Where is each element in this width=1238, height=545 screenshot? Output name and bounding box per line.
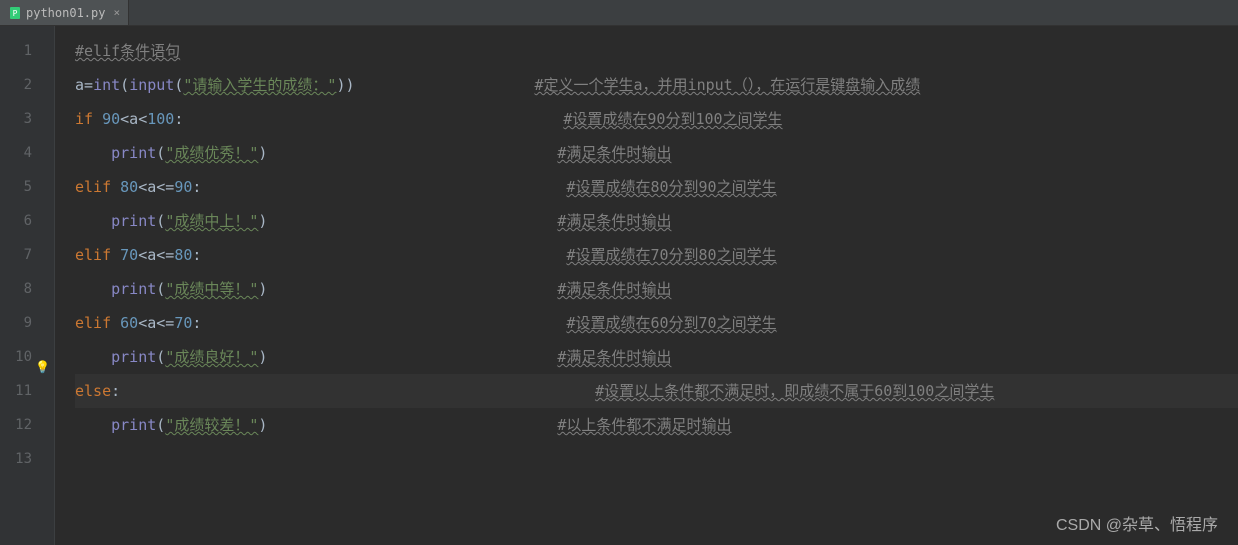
svg-text:P: P	[13, 9, 18, 18]
gutter: 1 2 3 4 5 6 7 8 9 10💡 11 12 13	[0, 26, 55, 545]
line-number: 3	[0, 102, 54, 136]
line-number: 13	[0, 442, 54, 476]
line-number: 8	[0, 272, 54, 306]
line-number: 10💡	[0, 340, 54, 374]
line-number: 1	[0, 34, 54, 68]
editor: 1 2 3 4 5 6 7 8 9 10💡 11 12 13 #elif条件语句…	[0, 26, 1238, 545]
watermark: CSDN @杂草、悟程序	[1056, 511, 1218, 535]
tab-bar: P python01.py ×	[0, 0, 1238, 26]
line-number: 11	[0, 374, 54, 408]
code-line: print("成绩良好！")#满足条件时输出	[75, 340, 1238, 374]
tab-filename: python01.py	[26, 6, 105, 20]
line-number: 12	[0, 408, 54, 442]
code-line: #elif条件语句	[75, 34, 1238, 68]
code-line: elif 60<a<=70:#设置成绩在60分到70之间学生	[75, 306, 1238, 340]
code-line: print("成绩较差！")#以上条件都不满足时输出	[75, 408, 1238, 442]
line-number: 5	[0, 170, 54, 204]
code-line: else:#设置以上条件都不满足时，即成绩不属于60到100之间学生	[75, 374, 1238, 408]
code-line: print("成绩中上！")#满足条件时输出	[75, 204, 1238, 238]
python-file-icon: P	[8, 6, 22, 20]
code-line: print("成绩中等！")#满足条件时输出	[75, 272, 1238, 306]
code-area[interactable]: #elif条件语句 a=int(input("请输入学生的成绩："))#定义一个…	[55, 26, 1238, 545]
line-number: 2	[0, 68, 54, 102]
code-line: elif 70<a<=80:#设置成绩在70分到80之间学生	[75, 238, 1238, 272]
code-line: elif 80<a<=90:#设置成绩在80分到90之间学生	[75, 170, 1238, 204]
file-tab[interactable]: P python01.py ×	[0, 0, 129, 25]
code-line: a=int(input("请输入学生的成绩："))#定义一个学生a，并用inpu…	[75, 68, 1238, 102]
line-number: 6	[0, 204, 54, 238]
code-line	[75, 442, 1238, 476]
line-number: 4	[0, 136, 54, 170]
code-line: if 90<a<100:#设置成绩在90分到100之间学生	[75, 102, 1238, 136]
line-number: 7	[0, 238, 54, 272]
close-icon[interactable]: ×	[113, 6, 120, 19]
line-number: 9	[0, 306, 54, 340]
code-line: print("成绩优秀！")#满足条件时输出	[75, 136, 1238, 170]
